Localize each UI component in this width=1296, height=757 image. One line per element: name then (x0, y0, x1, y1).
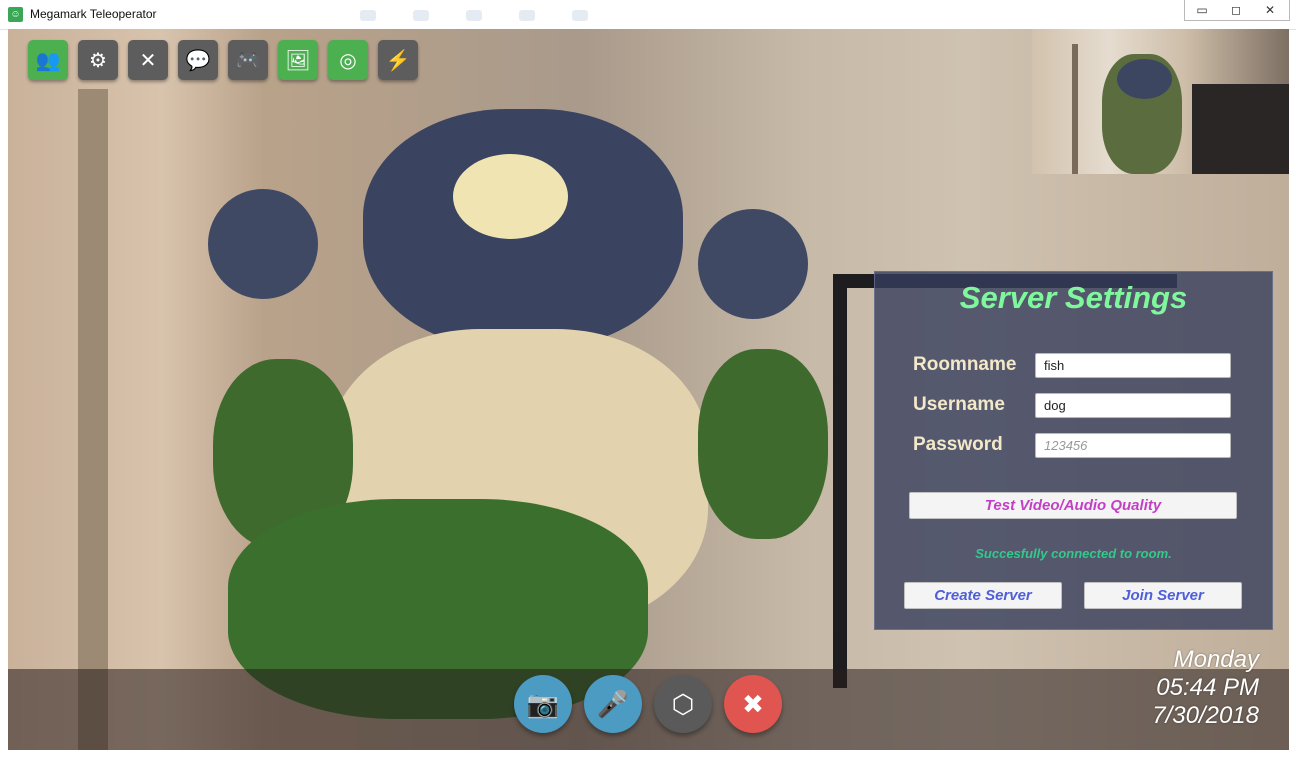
cube-button[interactable]: ⬡ (654, 675, 712, 733)
plush-ear-right (698, 209, 808, 319)
join-server-button[interactable]: Join Server (1084, 582, 1242, 609)
password-input[interactable] (1035, 433, 1231, 458)
users-button[interactable]: 👥 (28, 40, 68, 80)
roomname-label: Roomname (913, 354, 1017, 375)
gamepad-icon: 🎮 (235, 49, 261, 72)
roomname-input[interactable] (1035, 353, 1231, 378)
maximize-button[interactable]: ◻ (1223, 0, 1249, 20)
close-icon: ✖ (742, 688, 764, 719)
compass-button[interactable]: ◎ (328, 40, 368, 80)
gear-icon: ⚙ (89, 49, 107, 72)
plush-eyes (453, 154, 568, 239)
app-icon: ☺ (8, 7, 23, 22)
video-feed: 👥 ⚙ ✕ 💬 🎮 🖼 ◎ ⚡ Server Settings Roomname… (8, 29, 1289, 750)
pip-desk (1192, 84, 1289, 174)
compass-icon: ◎ (339, 49, 357, 72)
date-label: 7/30/2018 (1152, 702, 1259, 729)
title-bar: ☺ Megamark Teleoperator ▭ ◻ ✕ (0, 0, 1296, 30)
image-button[interactable]: 🖼 (278, 40, 318, 80)
close-window-button[interactable]: ✕ (1257, 0, 1283, 20)
snapshot-button[interactable]: 📷 (514, 675, 572, 733)
lamp-pole (78, 89, 108, 750)
time-label: 05:44 PM (1156, 674, 1259, 701)
floor-shadow (8, 669, 1289, 750)
pip-plush-head (1117, 59, 1172, 99)
minimize-button[interactable]: ▭ (1189, 0, 1215, 20)
username-label: Username (913, 394, 1005, 415)
ghost-icon (413, 10, 429, 21)
ghost-icon (466, 10, 482, 21)
ghost-icon (360, 10, 376, 21)
pip-lamp (1072, 44, 1078, 174)
tools-button[interactable]: ✕ (128, 40, 168, 80)
camera-icon: 📷 (526, 688, 560, 719)
microphone-button[interactable]: 🎤 (584, 675, 642, 733)
password-label: Password (913, 434, 1003, 455)
power-button[interactable]: ⚡ (378, 40, 418, 80)
self-view-video (1032, 29, 1289, 174)
users-icon: 👥 (35, 49, 61, 72)
create-server-button[interactable]: Create Server (904, 582, 1062, 609)
plush-arm-right (698, 349, 828, 539)
server-settings-panel: Server Settings Roomname Username Passwo… (874, 271, 1273, 630)
chat-icon: 💬 (185, 49, 211, 72)
gamepad-button[interactable]: 🎮 (228, 40, 268, 80)
panel-title: Server Settings (959, 280, 1188, 315)
ghost-icon (572, 10, 588, 21)
username-input[interactable] (1035, 393, 1231, 418)
image-icon: 🖼 (285, 49, 311, 72)
plush-ear-left (208, 189, 318, 299)
hangup-button[interactable]: ✖ (724, 675, 782, 733)
chat-button[interactable]: 💬 (178, 40, 218, 80)
tools-icon: ✕ (139, 49, 157, 72)
datetime-display: Monday 05:44 PM 7/30/2018 (1152, 646, 1259, 730)
ghost-icon (519, 10, 535, 21)
window-controls: ▭ ◻ ✕ (1184, 0, 1290, 21)
cube-icon: ⬡ (671, 688, 695, 719)
test-quality-button[interactable]: Test Video/Audio Quality (909, 492, 1237, 519)
microphone-icon: 🎤 (596, 688, 630, 719)
settings-button[interactable]: ⚙ (78, 40, 118, 80)
connection-status: Succesfully connected to room. (975, 546, 1172, 561)
day-label: Monday (1173, 646, 1259, 673)
bolt-icon: ⚡ (385, 49, 411, 72)
window-title: Megamark Teleoperator (30, 7, 157, 21)
